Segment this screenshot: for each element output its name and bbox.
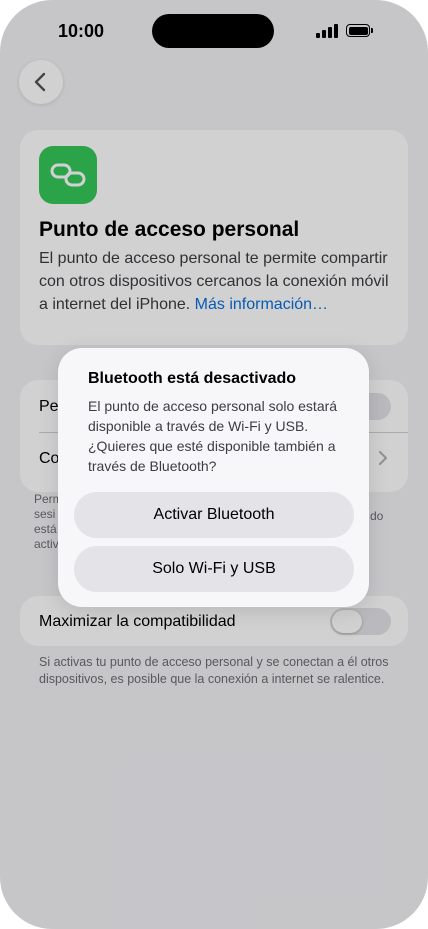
alert-message: El punto de acceso personal solo estará … <box>88 398 338 474</box>
phone-screen: 10:00 Punto de acceso personal El punto … <box>0 0 428 929</box>
activate-bluetooth-button[interactable]: Activar Bluetooth <box>74 492 354 538</box>
alert-title: Bluetooth está desactivado <box>88 370 297 387</box>
wifi-usb-only-button[interactable]: Solo Wi-Fi y USB <box>74 546 354 592</box>
bluetooth-alert-dialog: Bluetooth está desactivado El punto de a… <box>58 348 369 607</box>
